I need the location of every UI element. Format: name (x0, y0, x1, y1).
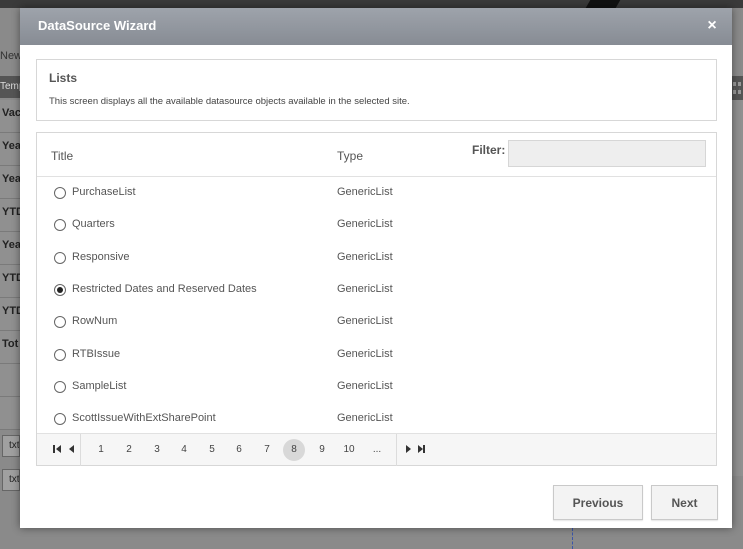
datasource-list-panel: Title Type Filter: PurchaseList GenericLi… (36, 132, 717, 466)
dialog-title: DataSource Wizard (38, 18, 157, 33)
column-header-type[interactable]: Type (337, 149, 363, 163)
page-4[interactable]: 4 (173, 439, 195, 461)
list-item-type: GenericList (337, 282, 393, 295)
background-input: txt (2, 469, 20, 491)
list-item[interactable]: SampleList GenericList (37, 371, 716, 403)
background-row: Yea (0, 232, 20, 265)
list-item-title: ScottIssueWithExtSharePoint (72, 412, 216, 425)
page-7[interactable]: 7 (256, 439, 278, 461)
filter-label: Filter: (472, 143, 506, 157)
next-button[interactable]: Next (651, 485, 718, 520)
background-row: Tot (0, 331, 20, 364)
page-1[interactable]: 1 (90, 439, 112, 461)
radio-button[interactable] (54, 316, 66, 329)
datasource-list: PurchaseList GenericList Quarters GenericLi… (37, 177, 716, 433)
list-item-type: GenericList (337, 186, 393, 198)
next-page-icon[interactable] (404, 443, 416, 455)
previous-page-icon[interactable] (67, 443, 79, 455)
list-item-title: PurchaseList (72, 186, 136, 198)
list-item[interactable]: Quarters GenericList (37, 209, 716, 241)
background-row: YTD (0, 199, 20, 232)
background-topbar (0, 0, 743, 8)
list-item-title: Quarters (72, 218, 115, 231)
page-9[interactable]: 9 (311, 439, 333, 461)
background-row: YTD (0, 298, 20, 331)
background-table-rows: VacYeaYeaYTDYeaYTDYTDTot (0, 100, 20, 430)
background-input: txt (2, 435, 20, 457)
list-item-type: GenericList (337, 347, 393, 360)
background-row: YTD (0, 265, 20, 298)
list-item-type: GenericList (337, 250, 393, 263)
list-item-type: GenericList (337, 315, 393, 328)
radio-button[interactable] (54, 348, 66, 361)
list-item-title: SampleList (72, 379, 127, 392)
list-item[interactable]: Responsive GenericList (37, 242, 716, 274)
radio-button[interactable] (54, 187, 66, 199)
background-table-header: Temp (0, 76, 20, 98)
info-title: Lists (49, 71, 78, 85)
pager: 1 2 3 4 5 6 7 8 9 10... (37, 433, 716, 466)
list-item[interactable]: RowNum GenericList (37, 306, 716, 338)
column-header-title[interactable]: Title (51, 149, 73, 163)
background-dashed-guide (572, 528, 573, 549)
radio-button[interactable] (54, 251, 66, 264)
page-6[interactable]: 6 (228, 439, 250, 461)
pager-nav-prev-group (37, 434, 81, 466)
dialog-header: DataSource Wizard × (20, 8, 732, 45)
list-item-type: GenericList (337, 412, 393, 425)
close-icon[interactable]: × (704, 18, 720, 34)
background-row: Yea (0, 133, 20, 166)
list-item-title: RowNum (72, 315, 118, 328)
grip-icon (733, 82, 741, 94)
background-logo-shape (585, 0, 621, 8)
page-2[interactable]: 2 (118, 439, 140, 461)
list-item[interactable]: RTBIssue GenericList (37, 339, 716, 371)
radio-button[interactable] (54, 283, 66, 296)
page-8[interactable]: 8 (283, 439, 305, 461)
radio-button[interactable] (54, 380, 66, 393)
pager-nav-next-group (396, 434, 440, 466)
list-item[interactable]: Restricted Dates and Reserved Dates Gener… (37, 274, 716, 306)
list-item[interactable]: ScottIssueWithExtSharePoint GenericList (37, 403, 716, 433)
background-row: Vac (0, 100, 20, 133)
pager-ellipsis[interactable]: ... (366, 439, 388, 461)
radio-button[interactable] (54, 413, 66, 426)
first-page-icon[interactable] (52, 443, 64, 455)
list-item-type: GenericList (337, 379, 393, 392)
radio-button[interactable] (54, 219, 66, 232)
info-description: This screen displays all the available d… (49, 96, 410, 107)
page-5[interactable]: 5 (201, 439, 223, 461)
list-item-title: Responsive (72, 250, 130, 263)
page-10[interactable]: 10 (338, 439, 360, 461)
info-panel: Lists This screen displays all the avail… (36, 59, 717, 121)
background-tab-new: New (0, 50, 20, 62)
background-row (0, 397, 20, 430)
page-3[interactable]: 3 (146, 439, 168, 461)
background-row: Yea (0, 166, 20, 199)
list-item-type: GenericList (337, 218, 393, 231)
list-item-title: RTBIssue (72, 347, 121, 360)
last-page-icon[interactable] (417, 443, 429, 455)
filter-input[interactable] (508, 140, 706, 167)
background-row (0, 364, 20, 397)
datasource-wizard-dialog: DataSource Wizard × Lists This screen di… (20, 8, 732, 528)
list-item[interactable]: PurchaseList GenericList (37, 177, 716, 209)
list-item-title: Restricted Dates and Reserved Dates (72, 282, 257, 295)
previous-button[interactable]: Previous (553, 485, 643, 520)
